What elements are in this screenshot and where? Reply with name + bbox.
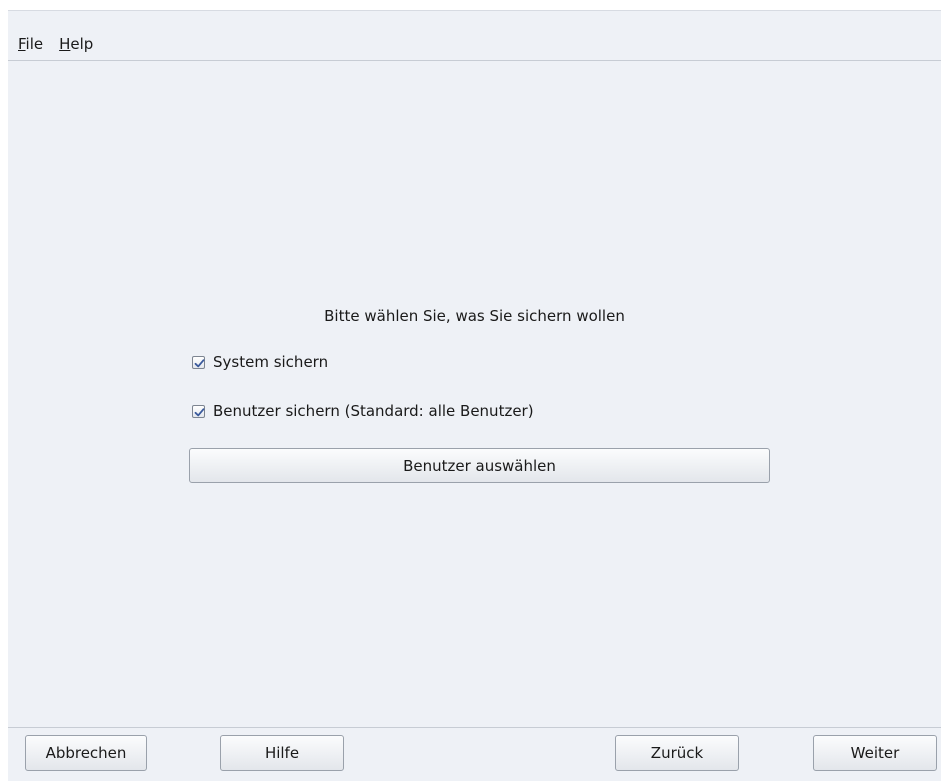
checkmark-icon bbox=[194, 407, 205, 416]
menu-file-mnemonic: F bbox=[18, 34, 26, 53]
menu-file[interactable]: File bbox=[12, 35, 49, 53]
back-button[interactable]: Zurück bbox=[615, 735, 739, 771]
menu-file-label: ile bbox=[25, 34, 44, 53]
cancel-button[interactable]: Abbrechen bbox=[25, 735, 147, 771]
menu-help-mnemonic: H bbox=[59, 34, 71, 53]
backup-system-option[interactable]: System sichern bbox=[192, 353, 328, 371]
help-button[interactable]: Hilfe bbox=[220, 735, 344, 771]
menu-help[interactable]: Help bbox=[53, 35, 99, 53]
menu-help-label: elp bbox=[70, 34, 94, 53]
select-users-button[interactable]: Benutzer auswählen bbox=[189, 448, 770, 483]
backup-prompt: Bitte wählen Sie, was Sie sichern wollen bbox=[324, 307, 625, 325]
backup-users-label: Benutzer sichern (Standard: alle Benutze… bbox=[213, 402, 534, 420]
backup-system-checkbox[interactable] bbox=[192, 355, 205, 369]
backup-users-option[interactable]: Benutzer sichern (Standard: alle Benutze… bbox=[192, 402, 534, 420]
backup-users-checkbox[interactable] bbox=[192, 404, 205, 418]
checkmark-icon bbox=[194, 358, 205, 367]
next-button[interactable]: Weiter bbox=[813, 735, 937, 771]
menubar: File Help bbox=[8, 27, 941, 61]
backup-system-label: System sichern bbox=[213, 353, 329, 371]
footer-divider bbox=[8, 727, 941, 728]
backup-wizard-window: File Help Bitte wählen Sie, was Sie sich… bbox=[8, 10, 941, 781]
